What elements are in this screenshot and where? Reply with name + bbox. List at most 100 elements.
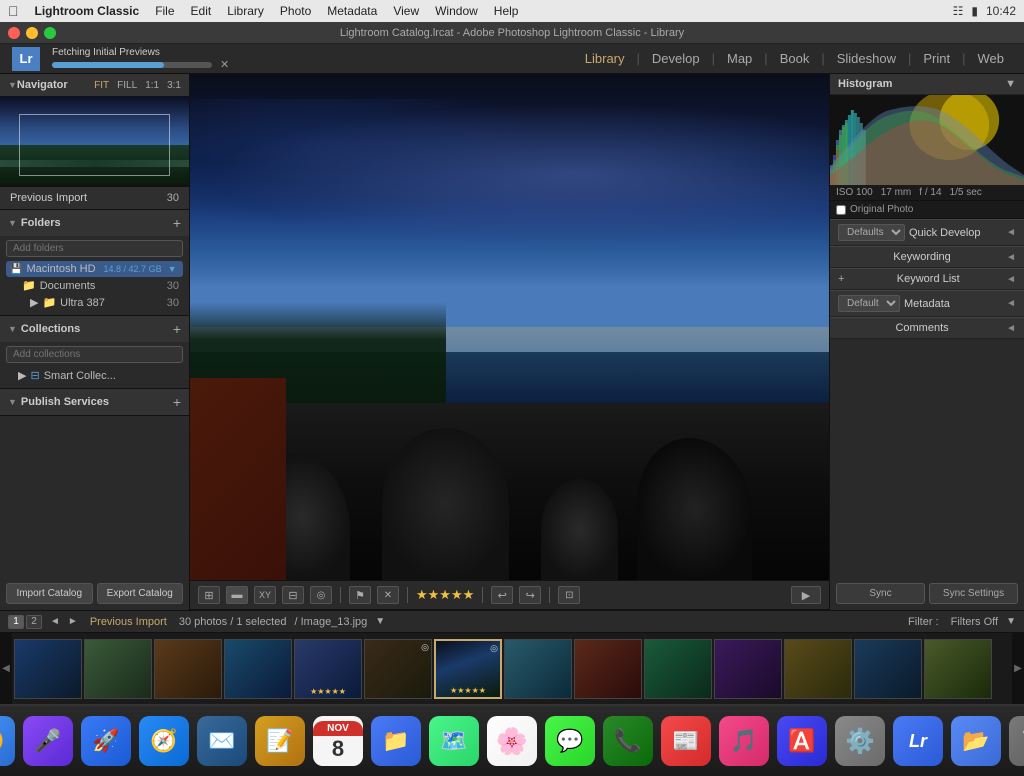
sync-settings-button[interactable]: Sync Settings <box>929 583 1018 604</box>
dock-photos[interactable]: 🌸 <box>487 716 537 766</box>
menu-file[interactable]: File <box>155 4 174 18</box>
publish-header[interactable]: ▼ Publish Services + <box>0 389 189 415</box>
dock-calendar[interactable]: NOV 8 <box>313 716 363 766</box>
module-map[interactable]: Map <box>719 49 760 68</box>
view-compare-button[interactable]: XY <box>254 586 276 604</box>
menu-photo[interactable]: Photo <box>280 4 311 18</box>
dock-finder[interactable]: 😊 <box>0 716 15 766</box>
menu-library[interactable]: Library <box>227 4 264 18</box>
filter-value[interactable]: Filters Off <box>951 616 998 628</box>
publish-add[interactable]: + <box>173 394 181 410</box>
quick-develop-preset[interactable]: Defaults <box>838 224 905 241</box>
collections-add[interactable]: + <box>173 321 181 337</box>
main-photo-area[interactable] <box>190 74 829 580</box>
dock-facetime[interactable]: 📞 <box>603 716 653 766</box>
module-book[interactable]: Book <box>772 49 818 68</box>
reject-button[interactable]: ✕ <box>377 586 399 604</box>
menu-window[interactable]: Window <box>435 4 478 18</box>
filmstrip-thumb-2[interactable] <box>84 639 152 699</box>
one-one-option[interactable]: 1:1 <box>145 80 159 91</box>
dock-trash[interactable]: 🗑️ <box>1009 716 1024 766</box>
collections-header[interactable]: ▼ Collections + <box>0 316 189 342</box>
view-people-button[interactable]: ◎ <box>310 586 332 604</box>
original-photo-checkbox[interactable] <box>836 205 846 215</box>
dock-siri[interactable]: 🎤 <box>23 716 73 766</box>
keyword-list-header[interactable]: + Keyword List ◄ <box>830 268 1024 290</box>
rotate-right-button[interactable]: ↪ <box>519 586 541 604</box>
dock-files[interactable]: 📁 <box>371 716 421 766</box>
three-one-option[interactable]: 3:1 <box>167 80 181 91</box>
histogram-header[interactable]: Histogram ▼ <box>830 74 1024 95</box>
filter-dropdown[interactable]: ▼ <box>1006 616 1016 627</box>
filmstrip-thumb-8[interactable] <box>504 639 572 699</box>
dock-mail[interactable]: ✉️ <box>197 716 247 766</box>
dock-folder[interactable]: 📂 <box>951 716 1001 766</box>
flag-button[interactable]: ⚑ <box>349 586 371 604</box>
smart-collection[interactable]: ▶ ⊟ Smart Collec... <box>6 367 183 384</box>
module-print[interactable]: Print <box>915 49 958 68</box>
module-develop[interactable]: Develop <box>644 49 708 68</box>
metadata-preset[interactable]: Default <box>838 295 900 312</box>
dock-music[interactable]: 🎵 <box>719 716 769 766</box>
module-library[interactable]: Library <box>577 49 633 68</box>
dock-messages[interactable]: 💬 <box>545 716 595 766</box>
filmstrip-thumb-1[interactable] <box>14 639 82 699</box>
dock-lightroom[interactable]: Lr <box>893 716 943 766</box>
rotate-left-button[interactable]: ↩ <box>491 586 513 604</box>
dock-rocket[interactable]: 🚀 <box>81 716 131 766</box>
apple-icon[interactable]:  <box>8 3 19 19</box>
metadata-header[interactable]: Default Metadata ◄ <box>830 290 1024 317</box>
fill-option[interactable]: FILL <box>117 80 137 91</box>
star-rating[interactable]: ★★★★★ <box>416 587 474 603</box>
dock-notes[interactable]: 📝 <box>255 716 305 766</box>
dropdown-icon[interactable]: ▼ <box>375 616 385 627</box>
view-single-button[interactable]: ▬ <box>226 586 248 604</box>
import-catalog-button[interactable]: Import Catalog <box>6 583 93 604</box>
view-survey-button[interactable]: ⊟ <box>282 586 304 604</box>
extras-button[interactable]: ⊡ <box>558 586 580 604</box>
scroll-right-button[interactable]: ▶ <box>791 586 821 604</box>
menu-help[interactable]: Help <box>494 4 519 18</box>
filmstrip-thumb-9[interactable] <box>574 639 642 699</box>
module-web[interactable]: Web <box>970 49 1013 68</box>
close-button[interactable] <box>8 27 20 39</box>
folder-ultra[interactable]: ▶ 📁 Ultra 387 30 <box>6 294 183 311</box>
filmstrip-scroll-right[interactable]: ▶ <box>1012 633 1024 704</box>
filmstrip-thumb-12[interactable] <box>784 639 852 699</box>
view-grid-button[interactable]: ⊞ <box>198 586 220 604</box>
nav-fwd-button[interactable]: ► <box>68 616 78 627</box>
page-1[interactable]: 1 <box>8 615 24 629</box>
export-catalog-button[interactable]: Export Catalog <box>97 583 184 604</box>
comments-header[interactable]: Comments ◄ <box>830 317 1024 339</box>
folders-search[interactable] <box>6 240 183 257</box>
original-photo-row[interactable]: Original Photo <box>830 201 1024 219</box>
filmstrip-thumb-14[interactable] <box>924 639 992 699</box>
menu-metadata[interactable]: Metadata <box>327 4 377 18</box>
filmstrip-thumb-11[interactable] <box>714 639 782 699</box>
dock-systemprefs[interactable]: ⚙️ <box>835 716 885 766</box>
navigator-header[interactable]: ▼ Navigator FIT FILL 1:1 3:1 <box>0 74 189 96</box>
dock-maps[interactable]: 🗺️ <box>429 716 479 766</box>
filmstrip-thumb-3[interactable] <box>154 639 222 699</box>
filmstrip-scroll-left[interactable]: ◀ <box>0 633 12 704</box>
maximize-button[interactable] <box>44 27 56 39</box>
filmstrip-thumb-6[interactable]: ◎ <box>364 639 432 699</box>
fetch-close[interactable]: ✕ <box>220 58 229 71</box>
folder-macintosh[interactable]: 💾 Macintosh HD 14.8 / 42.7 GB ▼ <box>6 261 183 277</box>
page-2[interactable]: 2 <box>26 615 42 629</box>
filmstrip-thumb-10[interactable] <box>644 639 712 699</box>
nav-back-button[interactable]: ◄ <box>50 616 60 627</box>
dock-news[interactable]: 📰 <box>661 716 711 766</box>
sync-button[interactable]: Sync <box>836 583 925 604</box>
folders-add[interactable]: + <box>173 215 181 231</box>
fit-option[interactable]: FIT <box>94 80 109 91</box>
menu-edit[interactable]: Edit <box>191 4 212 18</box>
folders-header[interactable]: ▼ Folders + <box>0 210 189 236</box>
quick-develop-header[interactable]: Defaults Quick Develop ◄ <box>830 219 1024 246</box>
filmstrip-thumb-13[interactable] <box>854 639 922 699</box>
keywording-header[interactable]: Keywording ◄ <box>830 246 1024 268</box>
dock-safari[interactable]: 🧭 <box>139 716 189 766</box>
filmstrip-thumb-7[interactable]: ★★★★★ ◎ <box>434 639 502 699</box>
folder-documents[interactable]: 📁 Documents 30 <box>6 277 183 294</box>
collections-search[interactable] <box>6 346 183 363</box>
